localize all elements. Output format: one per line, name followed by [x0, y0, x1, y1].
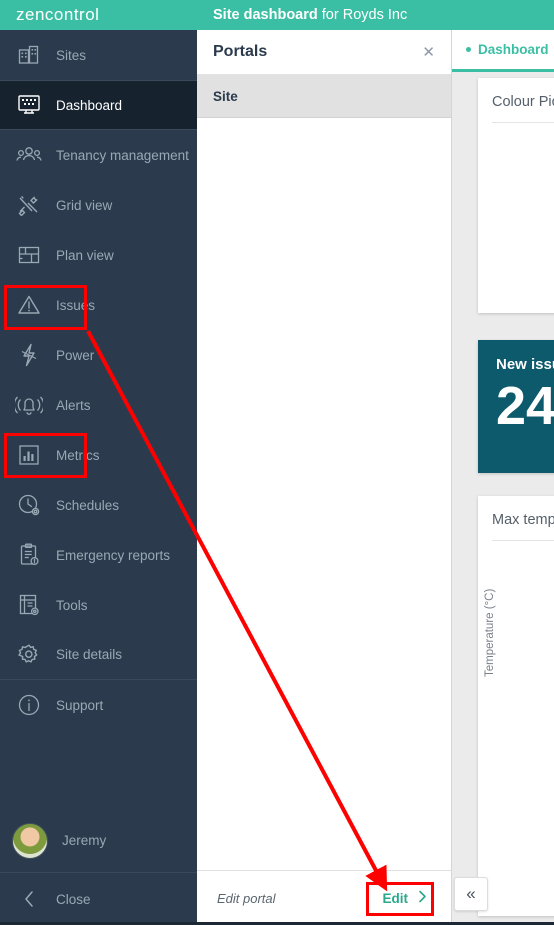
- sidebar-item-label: Sites: [56, 47, 87, 63]
- brand-logo[interactable]: zencontrol: [0, 5, 197, 25]
- tab-bar: Dashboard: [452, 30, 554, 72]
- sidebar-item-label: Support: [56, 697, 104, 713]
- sidebar-item-label: Tenancy management: [56, 147, 189, 163]
- chart-title: Max temperature: [492, 512, 554, 528]
- close-icon[interactable]: ✕: [422, 45, 435, 60]
- chart-plot-area: Temperature (°C) 40 30 20 10 0 12:00: [478, 547, 554, 877]
- sidebar-item-label: Tools: [56, 597, 88, 613]
- clipboard-icon: [14, 541, 44, 569]
- sidebar-user[interactable]: Jeremy: [0, 809, 197, 873]
- sidebar-close-label: Close: [56, 891, 91, 907]
- page-title: Site dashboard for Royds Inc: [197, 7, 407, 23]
- sidebar-item-emergency-reports[interactable]: Emergency reports: [0, 530, 197, 580]
- new-issues-value: 24: [496, 376, 554, 436]
- bell-icon: [14, 391, 44, 419]
- new-issues-card[interactable]: New issues 24: [478, 340, 554, 473]
- edit-button-label: Edit: [382, 890, 409, 906]
- sidebar-item-label: Power: [56, 347, 95, 363]
- sidebar-item-label: Emergency reports: [56, 547, 171, 563]
- sidebar-item-tools[interactable]: Tools: [0, 580, 197, 630]
- new-issues-title: New issues: [496, 356, 554, 373]
- info-circle-icon: [14, 691, 44, 719]
- document-gear-icon: [14, 591, 44, 619]
- portals-header: Portals ✕: [197, 30, 451, 75]
- clock-gear-icon: [14, 491, 44, 519]
- sidebar-item-plan-view[interactable]: Plan view: [0, 230, 197, 280]
- app-root: zencontrol Site dashboard for Royds Inc: [0, 0, 554, 925]
- sidebar-item-schedules[interactable]: Schedules: [0, 480, 197, 530]
- people-icon: [14, 141, 44, 169]
- tab-dashboard[interactable]: Dashboard: [466, 42, 549, 57]
- gear-icon: [14, 641, 44, 669]
- portals-body: [197, 118, 451, 870]
- sidebar-close-button[interactable]: Close: [0, 873, 197, 925]
- sidebar-item-site-details[interactable]: Site details: [0, 630, 197, 680]
- sidebar-item-dashboard[interactable]: Dashboard: [0, 80, 197, 130]
- chart-y-axis-label: Temperature (°C): [484, 588, 496, 677]
- sidebar: Sites Dashboard Tenancy management Grid …: [0, 30, 197, 925]
- monitor-icon: [14, 91, 44, 119]
- avatar: [12, 822, 48, 859]
- tools-icon: [14, 191, 44, 219]
- portals-title: Portals: [213, 43, 268, 60]
- sidebar-item-power[interactable]: Power: [0, 330, 197, 380]
- divider: [492, 122, 554, 123]
- building-icon: [14, 41, 44, 69]
- max-temperature-card[interactable]: Max temperature Temperature (°C) 40 30 2…: [478, 496, 554, 916]
- sidebar-item-support[interactable]: Support: [0, 680, 197, 730]
- sidebar-item-label: Alerts: [56, 397, 91, 413]
- sidebar-item-label: Grid view: [56, 197, 113, 213]
- sidebar-item-tenancy-management[interactable]: Tenancy management: [0, 130, 197, 180]
- sidebar-item-sites[interactable]: Sites: [0, 30, 197, 80]
- warning-triangle-icon: [14, 291, 44, 319]
- colour-picker-card[interactable]: Colour Picker: [478, 78, 554, 313]
- sidebar-item-metrics[interactable]: Metrics: [0, 430, 197, 480]
- portal-list-item-label: Site: [213, 88, 238, 104]
- edit-portal-hint: Edit portal: [217, 890, 276, 906]
- chevron-left-icon: [14, 890, 44, 908]
- sidebar-item-label: Schedules: [56, 497, 120, 513]
- chevron-right-icon: [418, 890, 427, 906]
- user-name: Jeremy: [62, 833, 107, 848]
- sidebar-item-issues[interactable]: Issues: [0, 280, 197, 330]
- sidebar-item-alerts[interactable]: Alerts: [0, 380, 197, 430]
- portal-list-item-site[interactable]: Site: [197, 75, 451, 118]
- portals-panel: Portals ✕ Site Edit portal Edit: [197, 30, 452, 925]
- sidebar-item-label: Issues: [56, 297, 96, 313]
- lightning-bolt-icon: [14, 341, 44, 369]
- divider: [492, 540, 554, 541]
- chevron-double-left-icon: «: [466, 884, 476, 903]
- portals-footer: Edit portal Edit: [197, 870, 451, 925]
- edit-button[interactable]: Edit: [377, 886, 434, 910]
- sidebar-item-label: Plan view: [56, 247, 114, 263]
- top-bar: zencontrol Site dashboard for Royds Inc: [0, 0, 554, 30]
- sidebar-item-grid-view[interactable]: Grid view: [0, 180, 197, 230]
- bar-chart-icon: [14, 441, 44, 469]
- page-title-rest: for Royds Inc: [321, 7, 408, 23]
- dashboard-content: Dashboard Colour Picker New issues 24 Ma…: [452, 30, 554, 925]
- bullet-icon: [466, 47, 471, 52]
- page-title-bold: Site dashboard: [213, 7, 318, 23]
- floorplan-icon: [14, 241, 44, 269]
- tab-label: Dashboard: [478, 42, 549, 57]
- sidebar-item-label: Dashboard: [56, 97, 123, 113]
- sidebar-item-label: Site details: [56, 647, 123, 662]
- sidebar-nav: Sites Dashboard Tenancy management Grid …: [0, 30, 197, 730]
- colour-picker-title: Colour Picker: [492, 94, 554, 110]
- sidebar-item-label: Metrics: [56, 447, 100, 463]
- collapse-sidebar-button[interactable]: «: [454, 877, 488, 911]
